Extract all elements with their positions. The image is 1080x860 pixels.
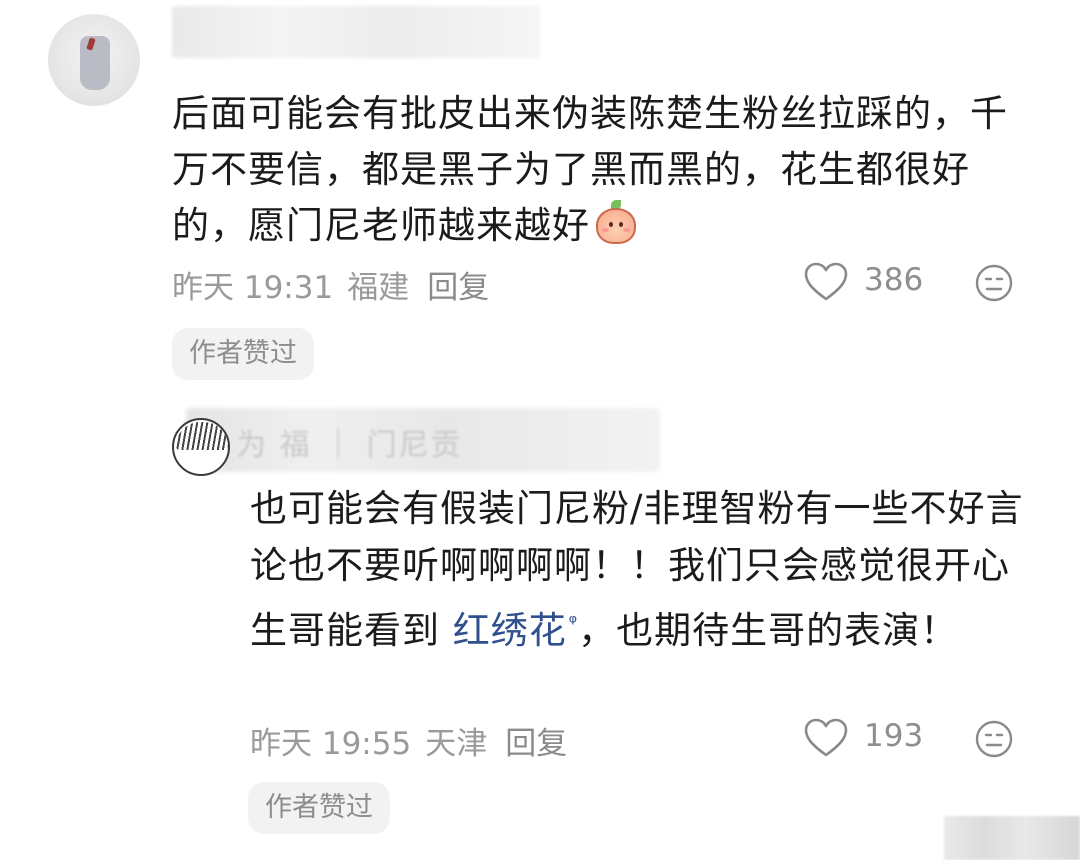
- neutral-face-icon[interactable]: [975, 720, 1013, 758]
- reply-body: 也可能会有假装门尼粉/非理智粉有一些不好言论也不要听啊啊啊啊！！我们只会感觉很开…: [250, 480, 1030, 659]
- comment-location: 福建: [347, 270, 410, 306]
- comment-body: 后面可能会有批皮出来伪装陈楚生粉丝拉踩的，千万不要信，都是黑子为了黑而黑的，花生…: [172, 86, 1032, 254]
- neutral-face-icon[interactable]: [975, 264, 1013, 302]
- reply-text-end: ，也期待生哥的表演！: [578, 609, 959, 652]
- partial-username[interactable]: 为 福 ｜ 门尼贡: [236, 420, 463, 464]
- reply-button[interactable]: 回复: [427, 270, 489, 306]
- comment-meta: 昨天 19:31 福建 回复: [172, 262, 503, 307]
- comment-text: 后面可能会有批皮出来伪装陈楚生粉丝拉踩的，千万不要信，都是黑子为了黑而黑的，花生…: [172, 92, 1008, 247]
- author-liked-badge: 作者赞过: [172, 328, 314, 380]
- blurred-watermark: [944, 816, 1080, 860]
- like-count: 386: [864, 262, 924, 298]
- peach-face-emoji-icon: [594, 200, 638, 246]
- reply-location: 天津: [425, 726, 488, 762]
- heart-outline-icon[interactable]: [804, 262, 848, 302]
- like-count: 193: [864, 718, 924, 754]
- search-mark-icon[interactable]: ᵠ: [569, 610, 578, 634]
- topic-link[interactable]: 红绣花: [453, 609, 567, 652]
- heart-outline-icon[interactable]: [804, 718, 848, 758]
- avatar-figure: [80, 36, 110, 90]
- reply-button[interactable]: 回复: [505, 726, 567, 762]
- avatar-sketch: [176, 422, 228, 450]
- comment-time: 昨天 19:31: [172, 270, 334, 306]
- reply-meta: 昨天 19:55 天津 回复: [250, 718, 581, 763]
- replier-avatar[interactable]: [172, 418, 230, 476]
- blurred-username[interactable]: [172, 6, 540, 58]
- author-liked-badge: 作者赞过: [248, 782, 390, 834]
- commenter-avatar[interactable]: [48, 14, 140, 106]
- reply-time: 昨天 19:55: [250, 726, 412, 762]
